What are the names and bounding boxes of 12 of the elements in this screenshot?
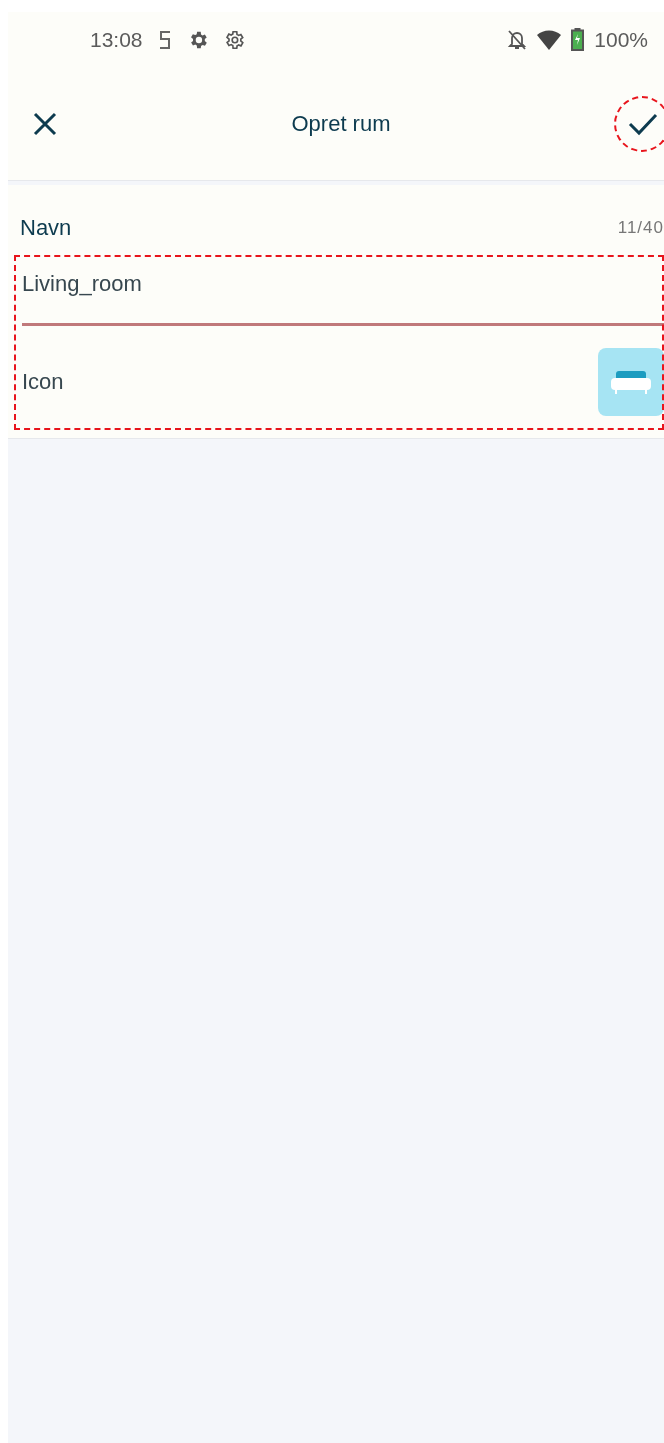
clock-time: 13:08 — [90, 27, 143, 52]
sofa-icon — [610, 368, 652, 396]
battery-icon — [571, 28, 585, 51]
icon-label: Icon — [22, 369, 64, 395]
sofa-icon-button[interactable] — [598, 348, 664, 416]
screen-title: Opret rum — [290, 110, 392, 137]
field-label: Navn — [20, 215, 72, 241]
wifi-icon — [537, 29, 562, 50]
battery-percent: 100% — [594, 27, 648, 52]
character-counter: 11/40 — [617, 218, 664, 238]
bell-off-icon — [507, 28, 528, 51]
close-icon — [32, 110, 58, 137]
